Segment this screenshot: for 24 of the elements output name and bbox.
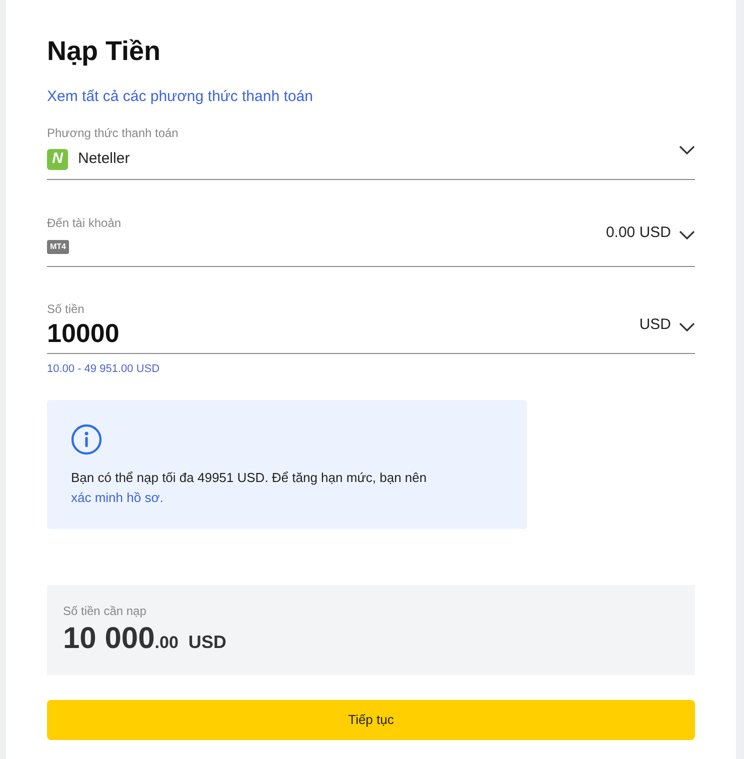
account-balance: 0.00 USD [606, 223, 671, 243]
continue-button[interactable]: Tiếp tục [47, 700, 695, 740]
info-message: Bạn có thể nạp tối đa 49951 USD. Để tăng hạn mức, bạn nên xác minh hồ sơ. [71, 468, 428, 506]
info-icon [71, 424, 102, 454]
verify-profile-link[interactable]: xác minh hồ sơ. [71, 490, 164, 504]
summary-amount: 10 000.00 USD [63, 620, 228, 656]
payment-method-select[interactable]: Phương thức thanh toán N Neteller [47, 125, 695, 180]
field-value: Neteller [78, 149, 130, 169]
amount-field[interactable]: Số tiền 10000 USD [47, 300, 695, 354]
amount-value: 10000 [47, 316, 120, 348]
account-type-badge: MT4 [47, 240, 69, 254]
currency-value: USD [639, 315, 671, 335]
field-label: Phương thức thanh toán [47, 125, 180, 141]
account-select[interactable]: Đến tài khoản MT4 0.00 USD [47, 214, 695, 266]
field-label: Đến tài khoản [47, 214, 122, 230]
chevron-down-icon [679, 230, 695, 240]
page-title: Nạp Tiền [47, 35, 162, 68]
summary-label: Số tiền cần nạp [63, 602, 148, 618]
neteller-logo-icon: N [47, 148, 68, 170]
chevron-down-icon [679, 144, 695, 154]
chevron-down-icon [679, 322, 695, 332]
all-payment-methods-link[interactable]: Xem tất cả các phương thức thanh toán [47, 87, 313, 107]
field-label: Số tiền [47, 300, 86, 316]
amount-range-hint: 10.00 - 49 951.00 USD [47, 362, 161, 376]
